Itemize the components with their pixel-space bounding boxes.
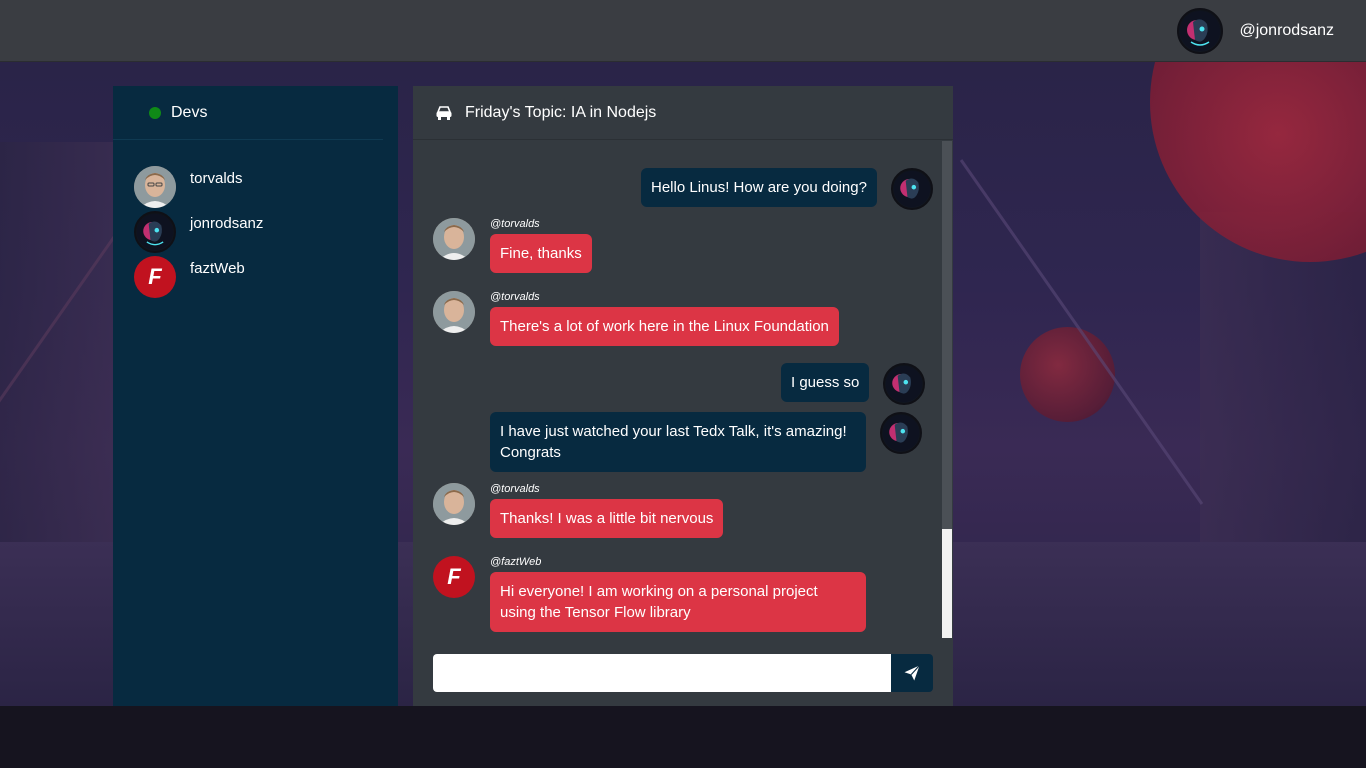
- message-avatar: F: [433, 556, 475, 598]
- message-handle: @torvalds: [490, 483, 540, 495]
- message-bubble: Hi everyone! I am working on a personal …: [490, 572, 866, 632]
- message-incoming: @torvalds There's a lot of work here in …: [433, 291, 839, 346]
- torvalds-photo-icon: [433, 291, 475, 333]
- chat-topic: Friday's Topic: IA in Nodejs: [465, 103, 657, 121]
- message-handle: @faztWeb: [490, 556, 542, 568]
- chat-header: Friday's Topic: IA in Nodejs: [413, 86, 953, 140]
- room-name: Devs: [171, 103, 208, 121]
- cyberpunk-avatar-icon: [893, 170, 931, 208]
- message-incoming: @torvalds Fine, thanks: [433, 218, 592, 273]
- message-composer: [433, 654, 933, 692]
- message-scrollbar[interactable]: [942, 141, 952, 638]
- user-list-item-label: faztWeb: [190, 260, 245, 277]
- message-list[interactable]: Hello Linus! How are you doing? @torvald…: [413, 141, 953, 638]
- message-avatar: [433, 291, 475, 333]
- background-beam: [959, 159, 1204, 505]
- message-bubble: Thanks! I was a little bit nervous: [490, 499, 724, 538]
- cyberpunk-avatar-icon: [886, 365, 923, 403]
- cyberpunk-avatar-icon: [136, 213, 174, 251]
- torvalds-avatar: [134, 166, 176, 208]
- message-incoming: @torvalds Thanks! I was a little bit ner…: [433, 483, 724, 538]
- user-list: torvalds jonrodsanz F faztWeb: [113, 140, 398, 299]
- message-avatar: [433, 218, 475, 260]
- user-list-item-torvalds[interactable]: torvalds: [134, 164, 398, 209]
- fazt-logo-letter: F: [447, 564, 461, 589]
- chat-panel: Friday's Topic: IA in Nodejs Hello Linus…: [413, 86, 953, 706]
- torvalds-photo-icon: [433, 483, 475, 525]
- message-bubble: I guess so: [781, 363, 870, 402]
- send-button[interactable]: [891, 654, 933, 692]
- jonrodsanz-avatar: [134, 211, 176, 253]
- message-handle: @torvalds: [490, 218, 540, 230]
- current-user-avatar[interactable]: [1177, 8, 1224, 54]
- message-avatar: [433, 483, 475, 525]
- background-planet: [1150, 62, 1366, 262]
- message-bubble: I have just watched your last Tedx Talk,…: [490, 412, 866, 472]
- paper-plane-icon: [904, 665, 920, 681]
- bottom-bar: [0, 706, 1366, 768]
- top-navbar: @jonrodsanz: [0, 0, 1366, 62]
- car-icon: [436, 105, 452, 120]
- cyberpunk-avatar-icon: [1180, 11, 1221, 51]
- torvalds-photo-icon: [433, 218, 475, 260]
- background-orb: [1020, 327, 1115, 422]
- user-list-item-label: jonrodsanz: [190, 215, 264, 232]
- faztweb-avatar: F: [134, 256, 176, 298]
- message-avatar: [883, 363, 926, 405]
- message-bubble: Hello Linus! How are you doing?: [641, 168, 877, 207]
- message-avatar: [880, 412, 922, 454]
- cyberpunk-avatar-icon: [882, 414, 920, 452]
- current-username[interactable]: @jonrodsanz: [1239, 22, 1334, 40]
- message-incoming: F @faztWeb Hi everyone! I am working on …: [433, 556, 866, 632]
- message-outgoing: I have just watched your last Tedx Talk,…: [490, 412, 922, 472]
- message-input[interactable]: [433, 654, 891, 692]
- message-bubble: There's a lot of work here in the Linux …: [490, 307, 839, 346]
- current-user[interactable]: @jonrodsanz: [1177, 8, 1334, 54]
- online-status-icon: [149, 106, 161, 119]
- message-handle: @torvalds: [490, 291, 540, 303]
- message-avatar: [890, 168, 933, 210]
- room-header: Devs: [113, 86, 383, 140]
- message-outgoing: I guess so: [781, 363, 926, 405]
- scrollbar-thumb[interactable]: [942, 141, 952, 529]
- torvalds-photo-icon: [134, 166, 176, 208]
- user-list-item-faztweb[interactable]: F faztWeb: [134, 254, 398, 299]
- user-list-item-jonrodsanz[interactable]: jonrodsanz: [134, 209, 398, 254]
- message-bubble: Fine, thanks: [490, 234, 592, 273]
- fazt-logo-letter: F: [148, 264, 162, 289]
- user-list-item-label: torvalds: [190, 170, 243, 187]
- message-outgoing: Hello Linus! How are you doing?: [641, 168, 933, 210]
- users-sidebar: Devs torvalds jonrodsanz F faztWeb: [113, 86, 398, 706]
